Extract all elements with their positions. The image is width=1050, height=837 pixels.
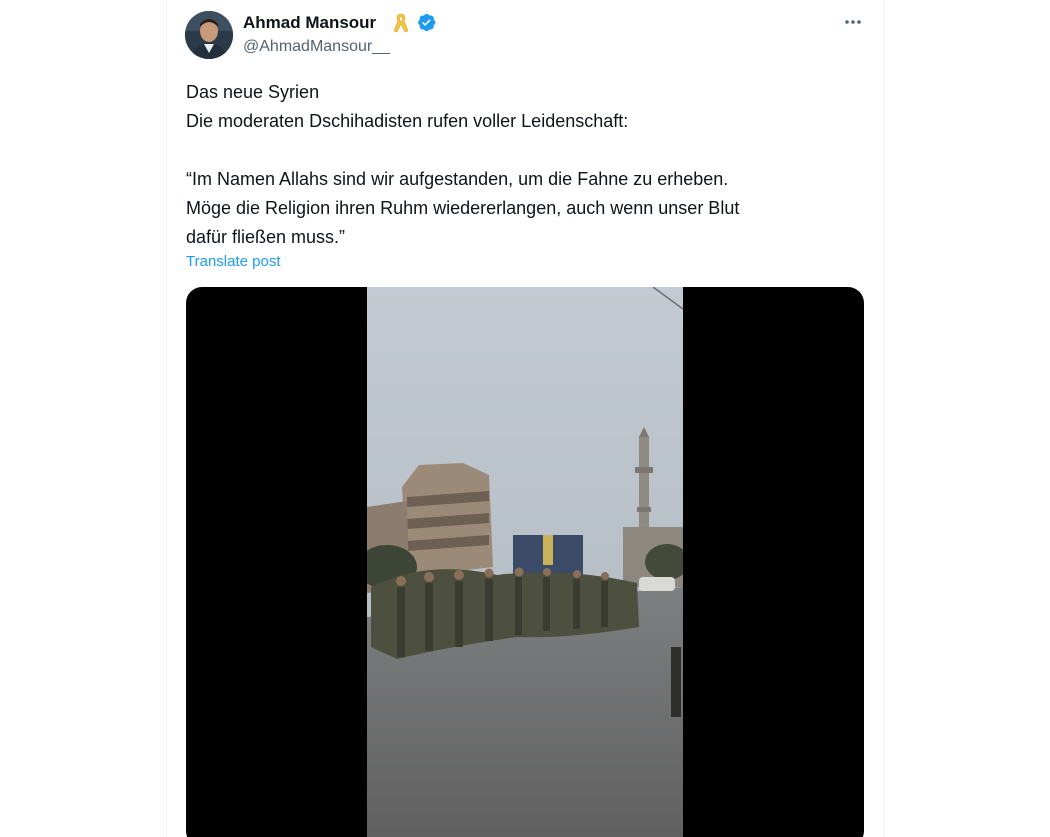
yellow-ribbon-icon [393, 12, 409, 34]
verified-badge-icon[interactable] [416, 12, 437, 33]
author-handle[interactable]: @AhmadMansour__ [243, 37, 390, 57]
post-text-line: Die moderaten Dschihadisten rufen voller… [186, 111, 629, 131]
more-options-button[interactable] [838, 8, 868, 36]
more-dots-icon [845, 20, 861, 24]
page: Ahmad Mansour @AhmadMansour__ Das neue S… [0, 0, 1050, 837]
post-text: Das neue Syrien Die moderaten Dschihadis… [186, 78, 856, 252]
post-text-line: “Im Namen Allahs sind wir aufgestanden, … [186, 169, 729, 189]
post-text-line: dafür fließen muss.” [186, 227, 346, 247]
video-player[interactable] [186, 287, 864, 837]
post-text-line: Möge die Religion ihren Ruhm wiedererlan… [186, 198, 740, 218]
author-name[interactable]: Ahmad Mansour [243, 12, 376, 34]
video-frame [367, 287, 683, 837]
post-text-line: Das neue Syrien [186, 82, 320, 102]
translate-post-link[interactable]: Translate post [186, 252, 281, 272]
avatar[interactable] [185, 11, 233, 59]
post-text-blank-line [186, 136, 856, 165]
